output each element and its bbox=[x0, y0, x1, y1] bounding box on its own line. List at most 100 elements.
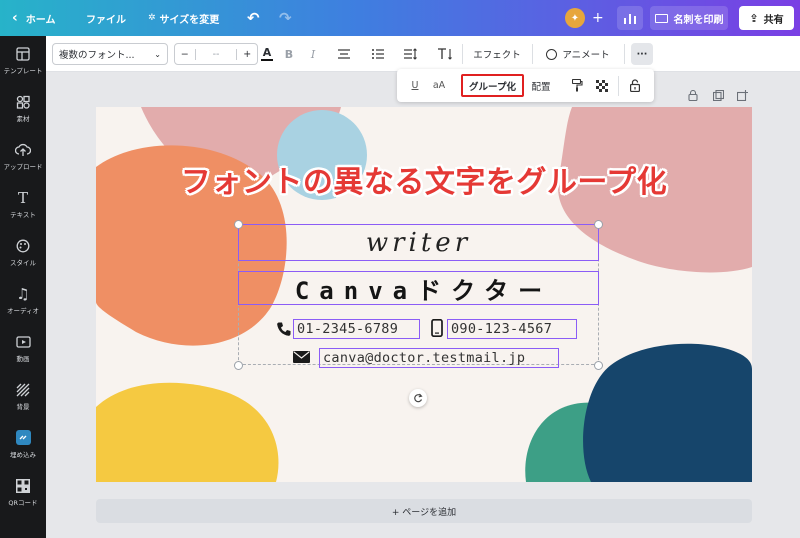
align-button[interactable] bbox=[336, 43, 352, 65]
sidebar-item-label: オーディオ bbox=[6, 306, 40, 315]
toolbar-divider bbox=[462, 44, 463, 64]
resize-label: サイズを変更 bbox=[159, 14, 220, 26]
resize-handle-bottom-right[interactable] bbox=[594, 361, 603, 370]
vertical-text-button[interactable] bbox=[435, 43, 455, 65]
doctor-text-box[interactable]: Canvaドクター bbox=[238, 271, 599, 305]
bold-icon: B bbox=[284, 47, 294, 61]
plus-icon: + bbox=[592, 10, 604, 26]
sparkle-icon: ✲ bbox=[148, 13, 156, 23]
sidebar-item-background[interactable]: 背景 bbox=[0, 372, 46, 420]
qrcode-icon bbox=[16, 478, 30, 494]
sidebar-item-templates[interactable]: テンプレート bbox=[0, 36, 46, 84]
list-button[interactable] bbox=[370, 43, 386, 65]
sidebar-item-label: 動画 bbox=[16, 354, 30, 363]
sidebar-item-qrcode[interactable]: QRコード bbox=[0, 468, 46, 516]
home-button[interactable]: ‹ ホーム bbox=[12, 0, 55, 36]
redo-button[interactable]: ↷ bbox=[279, 0, 292, 36]
print-label: 名刺を印刷 bbox=[673, 14, 724, 26]
embed-icon bbox=[15, 430, 31, 446]
palette-icon bbox=[16, 238, 30, 254]
undo-icon: ↶ bbox=[247, 9, 260, 27]
design-page[interactable]: フォントの異なる文字をグループ化 writer Canvaドクター 01-234… bbox=[96, 107, 752, 482]
duplicate-page-button[interactable] bbox=[711, 88, 725, 102]
file-menu[interactable]: ファイル bbox=[86, 0, 126, 36]
checker-transparency-icon bbox=[596, 79, 608, 92]
sidebar-item-label: QRコード bbox=[8, 498, 38, 507]
resize-handle-top-right[interactable] bbox=[594, 220, 603, 229]
undo-button[interactable]: ↶ bbox=[247, 0, 260, 36]
arrange-button[interactable]: 配置 bbox=[529, 74, 553, 97]
card-icon bbox=[654, 13, 668, 23]
spacing-button[interactable] bbox=[402, 43, 420, 65]
resize-handle-top-left[interactable] bbox=[234, 220, 243, 229]
sidebar: テンプレート 素材 アップロード T テキスト スタイル ♫ オーディオ 動画 … bbox=[0, 36, 46, 538]
letter-case-button[interactable]: aA bbox=[428, 74, 450, 97]
chevron-left-icon: ‹ bbox=[12, 10, 18, 26]
duplicate-icon bbox=[712, 89, 724, 101]
phone1-text-box[interactable]: 01-2345-6789 bbox=[293, 319, 420, 339]
resize-button[interactable]: ✲ サイズを変更 bbox=[148, 0, 219, 36]
writer-text: writer bbox=[365, 227, 472, 258]
font-size-stepper: − -- + bbox=[174, 43, 258, 65]
sidebar-item-text[interactable]: T テキスト bbox=[0, 180, 46, 228]
sidebar-item-video[interactable]: 動画 bbox=[0, 324, 46, 372]
text-color-icon: A bbox=[262, 46, 272, 59]
resize-handle-bottom-left[interactable] bbox=[234, 361, 243, 370]
animate-label: アニメート bbox=[562, 50, 610, 61]
toolbar-divider bbox=[624, 44, 625, 64]
lock-page-button[interactable] bbox=[686, 88, 700, 102]
add-page-button[interactable]: + ページを追加 bbox=[96, 499, 752, 523]
font-family-select[interactable]: 複数のフォント... ⌄ bbox=[52, 43, 168, 65]
text-toolbar: 複数のフォント... ⌄ − -- + A B I エフェクト アニメート ··… bbox=[46, 36, 800, 72]
align-center-icon bbox=[338, 49, 350, 59]
text-color-swatch bbox=[261, 59, 273, 61]
mobile-phone-icon bbox=[431, 319, 443, 337]
animate-button[interactable]: アニメート bbox=[542, 43, 614, 65]
sidebar-item-uploads[interactable]: アップロード bbox=[0, 132, 46, 180]
sidebar-item-styles[interactable]: スタイル bbox=[0, 228, 46, 276]
bold-button[interactable]: B bbox=[282, 43, 296, 65]
sidebar-item-audio[interactable]: ♫ オーディオ bbox=[0, 276, 46, 324]
share-label: 共有 bbox=[763, 14, 784, 26]
rotate-handle[interactable] bbox=[409, 389, 427, 407]
group-button[interactable]: グループ化 bbox=[461, 74, 524, 97]
font-size-decrease-button[interactable]: − bbox=[175, 48, 196, 60]
rotate-icon bbox=[414, 393, 423, 403]
add-collaborator-button[interactable]: + bbox=[592, 0, 604, 36]
writer-text-box[interactable]: writer bbox=[238, 224, 599, 261]
animate-icon bbox=[546, 48, 558, 60]
add-page-icon-button[interactable] bbox=[735, 88, 749, 102]
insights-button[interactable] bbox=[617, 6, 643, 30]
sidebar-item-embed[interactable]: 埋め込み bbox=[0, 420, 46, 468]
avatar[interactable]: ✦ bbox=[565, 8, 585, 28]
add-page-label: + ページを追加 bbox=[391, 507, 457, 518]
effects-button[interactable]: エフェクト bbox=[470, 43, 524, 65]
navy-blob bbox=[583, 343, 752, 482]
lock-button[interactable] bbox=[627, 74, 643, 97]
italic-button[interactable]: I bbox=[306, 43, 320, 65]
line-spacing-icon bbox=[404, 48, 417, 60]
sidebar-item-label: 埋め込み bbox=[10, 450, 36, 459]
paint-roller-icon bbox=[571, 79, 583, 92]
more-button[interactable]: ··· bbox=[631, 43, 653, 65]
top-bar: ‹ ホーム ファイル ✲ サイズを変更 ↶ ↷ ✦ + 名刺を印刷 ⇪ 共有 bbox=[0, 0, 800, 36]
text-color-button[interactable]: A bbox=[260, 43, 274, 65]
font-size-increase-button[interactable]: + bbox=[236, 48, 257, 60]
copy-style-button[interactable] bbox=[569, 74, 585, 97]
redo-icon: ↷ bbox=[279, 9, 292, 27]
list-icon bbox=[372, 49, 384, 59]
coin-icon: ✦ bbox=[570, 12, 580, 24]
template-icon bbox=[16, 46, 30, 62]
phone2-text-box[interactable]: 090-123-4567 bbox=[447, 319, 577, 339]
lock-icon bbox=[688, 89, 698, 101]
toolbar-divider bbox=[532, 44, 533, 64]
font-size-input[interactable]: -- bbox=[196, 49, 237, 60]
floating-toolbar: U aA グループ化 配置 bbox=[397, 69, 654, 102]
print-business-cards-button[interactable]: 名刺を印刷 bbox=[650, 6, 728, 30]
share-button[interactable]: ⇪ 共有 bbox=[739, 6, 794, 30]
email-text-box[interactable]: canva@doctor.testmail.jp bbox=[319, 348, 559, 368]
underline-button[interactable]: U bbox=[407, 74, 423, 97]
transparency-button[interactable] bbox=[594, 74, 610, 97]
email-text: canva@doctor.testmail.jp bbox=[323, 350, 526, 366]
sidebar-item-elements[interactable]: 素材 bbox=[0, 84, 46, 132]
